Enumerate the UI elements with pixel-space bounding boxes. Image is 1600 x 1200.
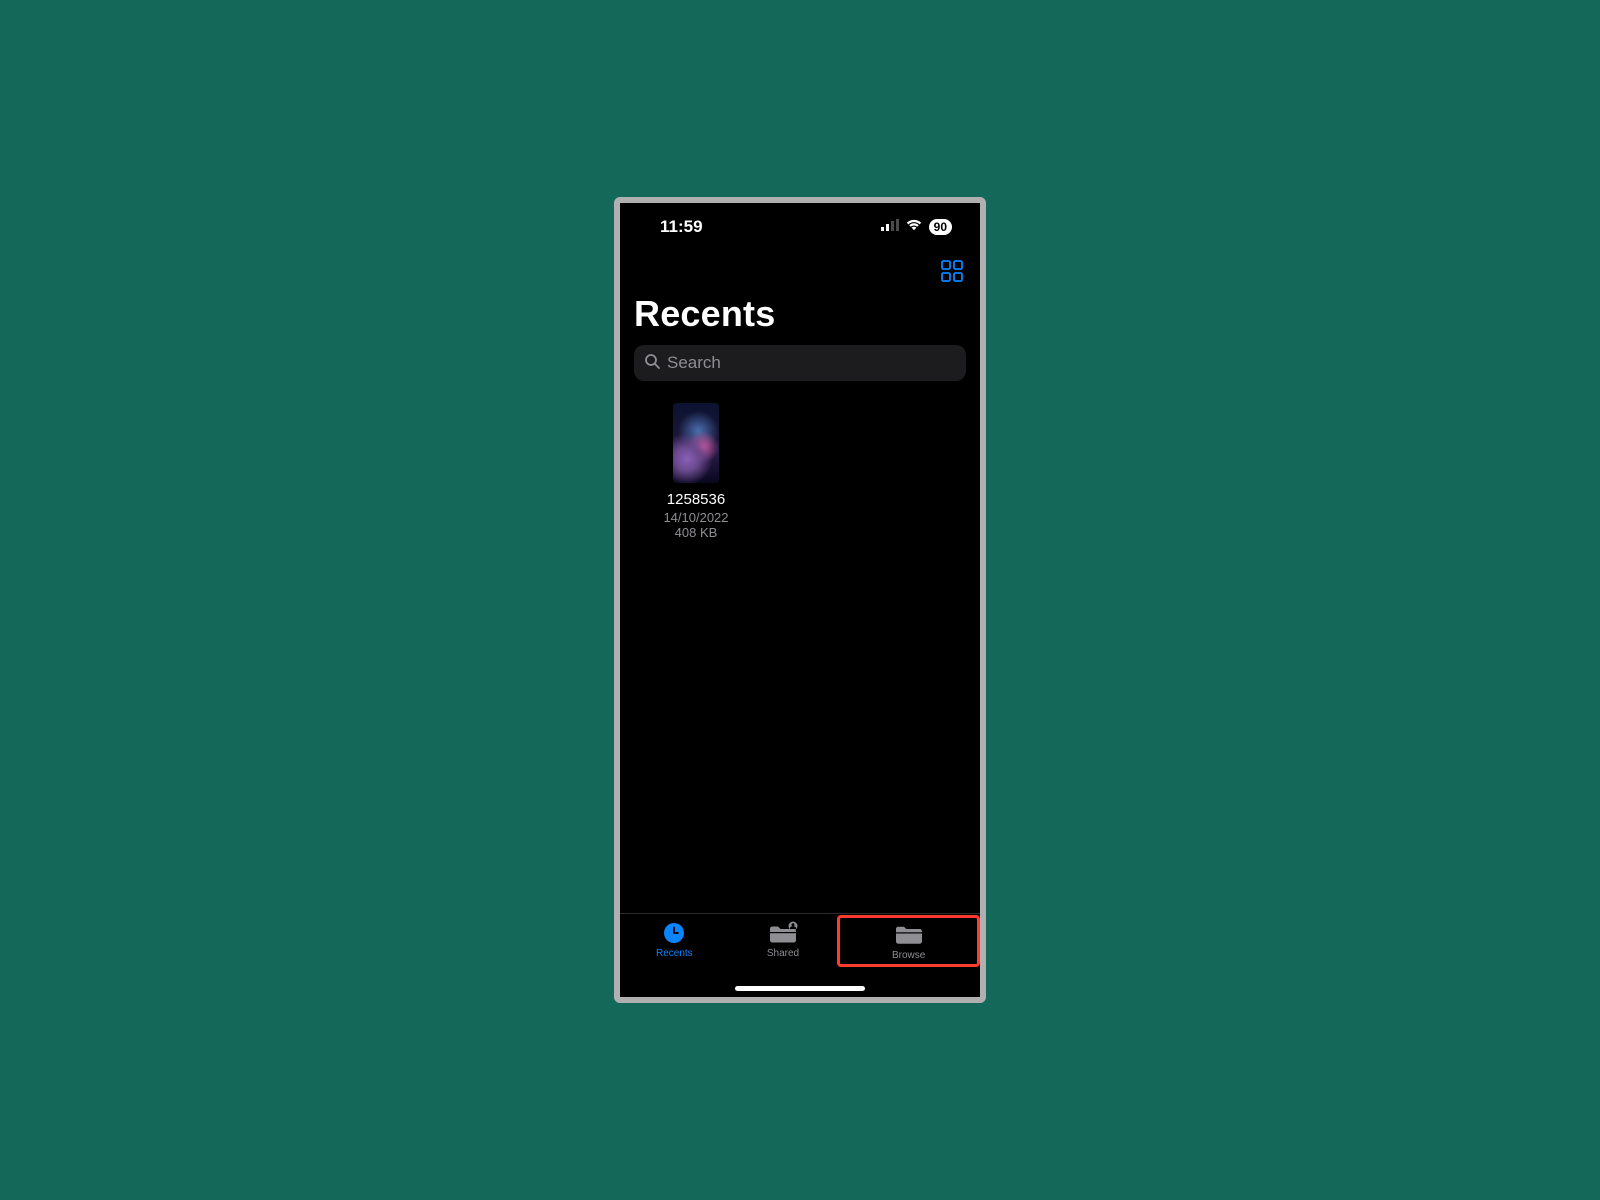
file-size: 408 KB — [646, 525, 746, 540]
status-right: 90 — [881, 218, 952, 236]
search-input[interactable] — [667, 353, 956, 373]
tab-recents-label: Recents — [656, 948, 693, 959]
file-name: 1258536 — [646, 491, 746, 508]
tab-browse-label: Browse — [892, 950, 925, 961]
phone-frame: 11:59 90 — [614, 197, 986, 1003]
file-item[interactable]: 1258536 14/10/2022 408 KB — [646, 403, 746, 540]
status-bar: 11:59 90 — [620, 215, 980, 239]
tab-browse[interactable]: Browse — [837, 915, 980, 967]
status-time: 11:59 — [660, 217, 703, 237]
folder-shared-icon — [768, 920, 798, 946]
clock-icon — [659, 920, 689, 946]
tab-shared-label: Shared — [767, 948, 799, 959]
tab-shared[interactable]: Shared — [729, 920, 838, 959]
search-bar[interactable] — [634, 345, 966, 381]
battery-indicator: 90 — [929, 219, 952, 235]
wifi-icon — [905, 218, 923, 236]
tab-recents[interactable]: Recents — [620, 920, 729, 959]
file-date: 14/10/2022 — [646, 510, 746, 525]
cellular-icon — [881, 218, 899, 236]
folder-icon — [894, 922, 924, 948]
view-mode-button[interactable] — [938, 259, 966, 287]
grid-icon — [941, 260, 963, 287]
page-title: Recents — [634, 293, 775, 335]
search-icon — [644, 353, 660, 374]
file-thumbnail — [673, 403, 719, 483]
home-indicator[interactable] — [735, 986, 865, 991]
tab-bar: Recents Shared Browse — [620, 913, 980, 997]
